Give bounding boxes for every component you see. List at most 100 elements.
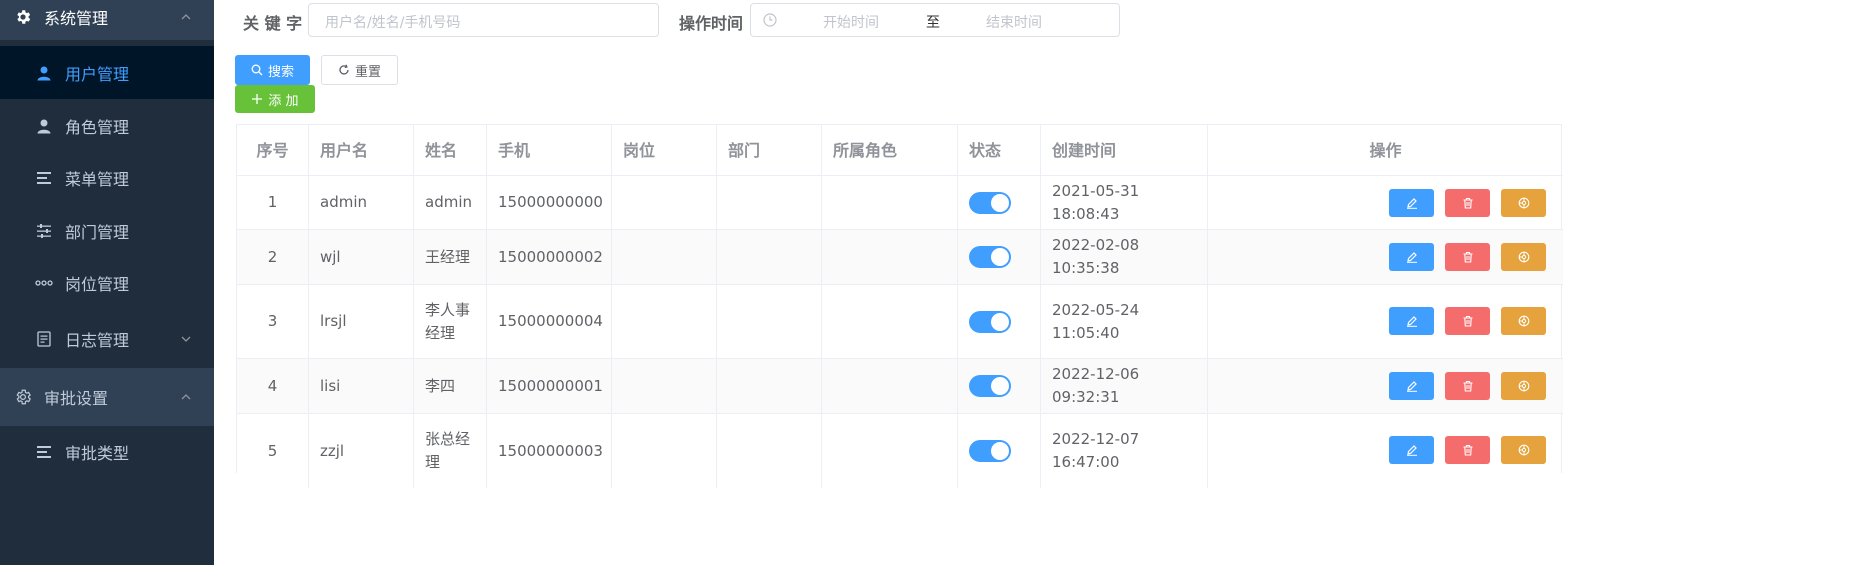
edit-button[interactable] [1389, 372, 1434, 400]
cell-name: 张总经理 [414, 414, 487, 488]
role-icon [1518, 251, 1529, 263]
menu-group-system[interactable]: 系统管理 [0, 0, 214, 40]
status-switch[interactable] [969, 375, 1011, 397]
menu-group-approval[interactable]: 审批设置 [0, 368, 214, 426]
cell-role [822, 359, 958, 413]
add-button-label: 添 加 [268, 93, 299, 109]
cell-name: 王经理 [414, 230, 487, 284]
sidebar-item-role-management[interactable]: 角色管理 [0, 99, 214, 152]
assign-role-button[interactable] [1501, 243, 1546, 271]
role-icon [1518, 444, 1529, 456]
cell-username: admin [309, 176, 414, 229]
header-phone: 手机 [487, 125, 612, 175]
sidebar-item-dept-management[interactable]: 部门管理 [0, 204, 214, 257]
menu-group-label: 系统管理 [44, 9, 109, 28]
sidebar-item-label: 部门管理 [65, 222, 130, 242]
edit-icon [1406, 316, 1417, 327]
cell-created: 2022-12-06 09:32:31 [1041, 359, 1208, 413]
table-row: 4 lisi 李四 15000000001 2022-12-06 09:32:3… [237, 359, 1563, 414]
menu-group-label: 审批设置 [44, 389, 109, 408]
edit-icon [1406, 381, 1417, 392]
assign-role-button[interactable] [1501, 307, 1546, 335]
delete-button[interactable] [1445, 372, 1490, 400]
edit-button[interactable] [1389, 189, 1434, 217]
more-dots-icon [34, 273, 54, 293]
reset-button-label: 重置 [354, 64, 381, 80]
cell-created: 2022-02-08 10:35:38 [1041, 230, 1208, 284]
trash-icon [1463, 380, 1472, 392]
sidebar-item-log-management[interactable]: 日志管理 [0, 309, 214, 368]
sidebar-item-label: 用户管理 [65, 64, 130, 84]
time-range-picker[interactable]: 开始时间 至 结束时间 [750, 3, 1120, 37]
add-button[interactable]: 添 加 [235, 85, 315, 113]
header-username: 用户名 [309, 125, 414, 175]
cell-post [612, 285, 717, 358]
sidebar-item-user-management[interactable]: 用户管理 [0, 46, 214, 99]
edit-button[interactable] [1389, 307, 1434, 335]
cell-created: 2021-05-31 18:08:43 [1041, 176, 1208, 229]
cell-dept [717, 230, 822, 284]
cell-dept [717, 359, 822, 413]
status-switch[interactable] [969, 191, 1011, 214]
cell-index: 3 [237, 285, 309, 358]
assign-role-button[interactable] [1501, 436, 1546, 464]
table-row: 2 wjl 王经理 15000000002 2022-02-08 10:35:3… [237, 230, 1563, 285]
search-button-label: 搜索 [267, 64, 294, 80]
cell-post [612, 359, 717, 413]
edit-button[interactable] [1389, 243, 1434, 271]
cell-phone: 15000000000 [487, 176, 612, 229]
cell-actions [1208, 285, 1563, 358]
delete-button[interactable] [1445, 189, 1490, 217]
cell-index: 1 [237, 176, 309, 229]
range-separator: 至 [926, 15, 940, 31]
table-row: 1 admin admin 15000000000 2021-05-31 18:… [237, 176, 1563, 230]
cell-status [958, 230, 1041, 284]
cell-post [612, 230, 717, 284]
reset-button[interactable]: 重置 [321, 55, 398, 85]
cell-status [958, 285, 1041, 358]
assign-role-button[interactable] [1501, 372, 1546, 400]
cell-phone: 15000000004 [487, 285, 612, 358]
header-post: 岗位 [612, 125, 717, 175]
edit-button[interactable] [1389, 436, 1434, 464]
keyword-input[interactable]: 用户名/姓名/手机号码 [308, 3, 659, 37]
sidebar-item-label: 岗位管理 [65, 275, 130, 294]
cell-post [612, 414, 717, 488]
delete-button[interactable] [1445, 307, 1490, 335]
refresh-icon [338, 64, 350, 76]
cell-status [958, 176, 1041, 229]
assign-role-button[interactable] [1501, 189, 1546, 217]
status-switch[interactable] [969, 440, 1011, 462]
chevron-up-icon [180, 11, 192, 23]
settings-outline-icon [13, 387, 33, 407]
cell-phone: 15000000001 [487, 359, 612, 413]
status-switch[interactable] [969, 246, 1011, 268]
header-name: 姓名 [414, 125, 487, 175]
cell-dept [717, 414, 822, 488]
search-icon [251, 64, 263, 76]
table-row: 3 lrsjl 李人事经理 15000000004 2022-05-24 11:… [237, 285, 1563, 359]
delete-button[interactable] [1445, 436, 1490, 464]
start-time-input[interactable]: 开始时间 [823, 12, 879, 32]
cell-username: wjl [309, 230, 414, 284]
cell-index: 4 [237, 359, 309, 413]
role-icon [1518, 197, 1529, 209]
menu-list-icon [34, 168, 54, 188]
end-time-input[interactable]: 结束时间 [986, 12, 1042, 32]
edit-icon [1406, 252, 1417, 263]
cell-name: 李人事经理 [414, 285, 487, 358]
gear-icon [13, 7, 33, 27]
plus-icon [251, 93, 263, 105]
chevron-up-icon [180, 391, 192, 403]
sidebar-item-menu-management[interactable]: 菜单管理 [0, 152, 214, 204]
delete-button[interactable] [1445, 243, 1490, 271]
cell-status [958, 414, 1041, 488]
cell-name: admin [414, 176, 487, 229]
search-button[interactable]: 搜索 [235, 55, 310, 85]
sidebar-item-post-management[interactable]: 岗位管理 [0, 257, 214, 309]
cell-status [958, 359, 1041, 413]
sidebar-item-approval-type[interactable]: 审批类型 [0, 426, 214, 478]
keyword-label: 关 键 字 [243, 14, 303, 33]
trash-icon [1463, 197, 1472, 209]
status-switch[interactable] [969, 310, 1011, 333]
